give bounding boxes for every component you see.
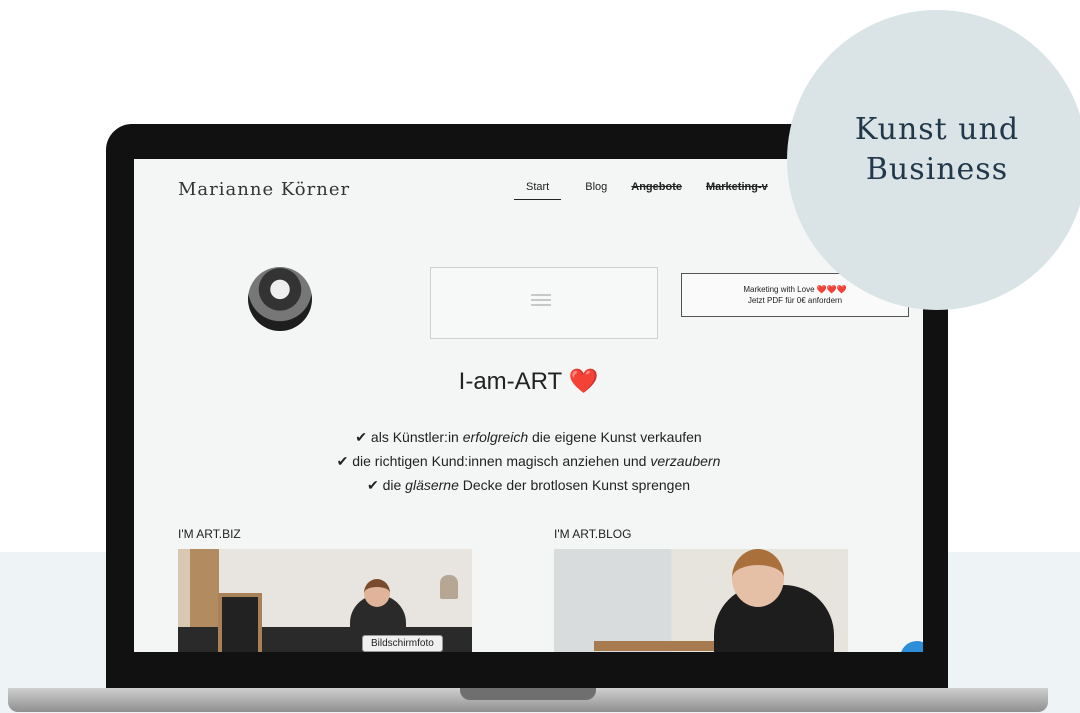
- nav-item-start[interactable]: Start: [514, 181, 562, 200]
- avatar: [248, 267, 312, 331]
- image-placeholder: [430, 267, 658, 339]
- benefit-list: ✔ als Künstler:in erfolgreich die eigene…: [134, 425, 923, 497]
- nav-item-angebote[interactable]: Angebote: [631, 181, 682, 200]
- text-lines-icon: [531, 294, 551, 310]
- lamp: [440, 575, 458, 599]
- chat-icon[interactable]: [900, 641, 923, 652]
- benefit-item-2: ✔ die richtigen Kund:innen magisch anzie…: [336, 453, 721, 469]
- artwork-frame: [218, 593, 262, 652]
- main-nav: Start Blog Angebote Marketing-v: [514, 181, 792, 200]
- badge-line-1: Kunst und: [854, 112, 1020, 147]
- laptop-screen: Marianne Körner Start Blog Angebote Mark…: [134, 159, 923, 652]
- badge-text: Kunst und Business: [787, 110, 1080, 190]
- cta-line-2: Jetzt PDF für 0€ anfordern: [747, 296, 843, 305]
- site-brand[interactable]: Marianne Körner: [178, 179, 350, 200]
- person-head: [732, 549, 784, 607]
- person-head: [364, 579, 390, 607]
- desk: [594, 641, 734, 651]
- benefit-item-3: ✔ die gläserne Decke der brotlosen Kunst…: [366, 477, 691, 493]
- badge-circle: Kunst und Business: [787, 10, 1080, 310]
- benefit-item-1: ✔ als Künstler:in erfolgreich die eigene…: [355, 429, 702, 445]
- hero-title: I-am-ART ❤️: [458, 368, 599, 395]
- screenshot-tooltip: Bildschirmfoto: [362, 635, 443, 652]
- nav-item-blog[interactable]: Blog: [585, 181, 607, 200]
- blog-photo[interactable]: [554, 549, 848, 652]
- badge-line-2: Business: [865, 152, 1009, 187]
- section-label-biz[interactable]: I'M ART.BIZ: [178, 527, 241, 541]
- section-label-blog[interactable]: I'M ART.BLOG: [554, 527, 631, 541]
- nav-item-marketing[interactable]: Marketing-v: [706, 181, 768, 200]
- laptop-notch: [460, 688, 596, 700]
